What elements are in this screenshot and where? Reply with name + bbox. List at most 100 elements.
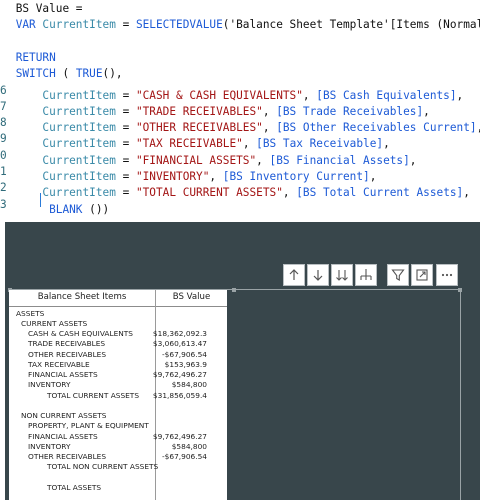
matrix-row[interactable]: OTHER RECEIVABLES -$67,906.54 — [9, 452, 227, 462]
row-label: TAX RECEIVABLE — [28, 359, 90, 369]
matrix-row[interactable]: CASH & CASH EQUIVALENTS $18,362,092.3 — [9, 329, 227, 339]
row-value: -$67,906.54 — [162, 349, 207, 359]
matrix-row[interactable]: TOTAL NON CURRENT ASSETS — [9, 462, 227, 472]
row-label: OTHER RECEIVABLES — [28, 349, 107, 359]
code-token: BLANK — [49, 202, 83, 216]
code-line[interactable]: RETURN — [0, 50, 480, 66]
row-value: $18,362,092.3 — [152, 329, 207, 338]
line-number: 9 — [0, 132, 7, 146]
text-caret — [40, 193, 41, 207]
matrix-row[interactable]: FINANCIAL ASSETS $9,762,496.27 — [9, 370, 227, 380]
hierarchy-icon[interactable] — [355, 264, 377, 286]
code-line[interactable]: 1 CurrentItem = "INVENTORY", [BS Invento… — [0, 164, 480, 183]
row-label: OTHER RECEIVABLES — [28, 452, 107, 461]
code-line[interactable]: SWITCH ( TRUE(), — [0, 66, 480, 82]
row-value: $9,762,496.27 — [152, 431, 207, 441]
matrix-row[interactable]: OTHER RECEIVABLES -$67,906.54 — [9, 350, 227, 360]
row-label: FINANCIAL ASSETS — [28, 431, 98, 441]
line-number: 3 — [0, 197, 7, 211]
gutter-gap — [9, 203, 16, 216]
row-label: CASH & CASH EQUIVALENTS — [28, 329, 133, 338]
matrix-row[interactable]: INVENTORY $584,800 — [9, 380, 227, 390]
matrix-row[interactable]: PROPERTY, PLANT & EQUIPMENT — [9, 421, 227, 431]
code-line[interactable]: 2 CurrentItem = "TOTAL CURRENT ASSETS", … — [0, 180, 480, 199]
row-value: $9,762,496.27 — [152, 370, 207, 379]
matrix-row[interactable]: TOTAL CURRENT ASSETS $31,856,059.4 — [9, 391, 227, 401]
drill-down-icon[interactable] — [307, 264, 329, 286]
code-line[interactable]: 9 CurrentItem = "TAX RECEIVABLE", [BS Ta… — [0, 131, 480, 150]
code-line[interactable]: 0 CurrentItem = "FINANCIAL ASSETS", [BS … — [0, 148, 480, 167]
matrix-row[interactable]: ASSETS — [9, 309, 227, 319]
code-token: BS Value = — [15, 2, 83, 15]
row-value: $31,856,059.4 — [152, 390, 207, 400]
matrix-row[interactable]: INVENTORY $584,800 — [9, 442, 227, 452]
row-value: -$67,906.54 — [162, 452, 207, 461]
code-token: VAR — [15, 18, 43, 32]
matrix-row[interactable] — [9, 401, 227, 411]
line-number: 0 — [0, 148, 7, 162]
row-value: $584,800 — [171, 380, 207, 390]
matrix-row[interactable]: FINANCIAL ASSETS $9,762,496.27 — [9, 432, 227, 442]
matrix-header-row: Balance Sheet Items BS Value — [9, 290, 227, 307]
column-header-value[interactable]: BS Value — [156, 292, 227, 302]
row-label: CURRENT ASSETS — [21, 318, 88, 328]
line-number: 2 — [0, 181, 7, 195]
matrix-row[interactable] — [9, 473, 227, 483]
code-line[interactable]: 7 CurrentItem = "TRADE RECEIVABLES", [BS… — [0, 99, 480, 118]
row-value: $584,800 — [171, 441, 207, 451]
row-label: NON CURRENT ASSETS — [21, 411, 107, 420]
gutter-gap — [9, 35, 16, 48]
matrix-row[interactable]: TAX RECEIVABLE $153,963.9 — [9, 360, 227, 370]
resize-handle[interactable] — [458, 288, 462, 292]
code-line[interactable] — [0, 34, 480, 50]
column-header-items[interactable]: Balance Sheet Items — [9, 292, 155, 302]
code-token: SWITCH — [15, 67, 56, 81]
resize-handle[interactable] — [232, 288, 236, 292]
code-token: SELECTEDVALUE — [135, 18, 223, 32]
code-token: ('Balance Sheet Template'[Items (Normali… — [222, 18, 480, 32]
filter-icon[interactable] — [387, 264, 409, 286]
gutter-gap — [9, 18, 16, 31]
code-token: (), — [102, 67, 123, 81]
gutter-gap — [9, 2, 16, 15]
matrix-row[interactable]: NON CURRENT ASSETS — [9, 411, 227, 421]
line-number: 6 — [0, 83, 7, 97]
row-value: $153,963.9 — [164, 359, 207, 369]
balance-sheet-matrix: Balance Sheet Items BS Value ASSETS CURRE… — [9, 290, 227, 500]
line-number: 8 — [0, 116, 7, 130]
row-label: PROPERTY, PLANT & EQUIPMENT — [28, 421, 149, 431]
row-label: TRADE RECEIVABLES — [28, 339, 106, 349]
code-line[interactable]: 8 CurrentItem = "OTHER RECEIVABLES", [BS… — [0, 115, 480, 134]
gutter-gap — [9, 67, 16, 80]
matrix-row[interactable]: TRADE RECEIVABLES $3,060,613.47 — [9, 339, 227, 349]
row-value: $3,060,613.47 — [152, 339, 207, 349]
row-label: TOTAL NON CURRENT ASSETS — [47, 462, 159, 472]
matrix-row[interactable]: TOTAL ASSETS — [9, 483, 227, 493]
code-token: RETURN — [15, 50, 56, 64]
line-number: 7 — [0, 99, 7, 113]
code-line[interactable]: VAR CurrentItem = SELECTEDVALUE('Balance… — [0, 17, 480, 33]
matrix-row[interactable]: CURRENT ASSETS — [9, 319, 227, 329]
dax-formula-editor[interactable]: BS Value = VAR CurrentItem = SELECTEDVAL… — [0, 0, 480, 218]
more-options-icon[interactable] — [436, 264, 458, 286]
row-label: TOTAL ASSETS — [47, 482, 102, 492]
code-line[interactable]: BS Value = — [0, 1, 480, 17]
gutter-gap — [9, 51, 16, 64]
row-label: TOTAL CURRENT ASSETS — [47, 390, 140, 400]
code-token: CurrentItem — [42, 18, 116, 32]
code-token: TRUE — [75, 67, 103, 81]
code-token: ( — [55, 67, 76, 81]
row-label: INVENTORY — [28, 380, 71, 390]
code-line[interactable]: 6 CurrentItem = "CASH & CASH EQUIVALENTS… — [0, 83, 480, 102]
code-token: = — [115, 18, 136, 32]
drill-up-icon[interactable] — [283, 264, 305, 286]
code-line[interactable]: 3 BLANK ()) — [0, 197, 480, 216]
code-token: ()) — [82, 202, 110, 216]
line-number: 1 — [0, 165, 7, 178]
expand-all-icon[interactable] — [331, 264, 353, 286]
row-label: FINANCIAL ASSETS — [28, 370, 98, 379]
focus-mode-icon[interactable] — [411, 264, 433, 286]
row-label: INVENTORY — [28, 441, 71, 451]
row-label: ASSETS — [16, 308, 45, 318]
